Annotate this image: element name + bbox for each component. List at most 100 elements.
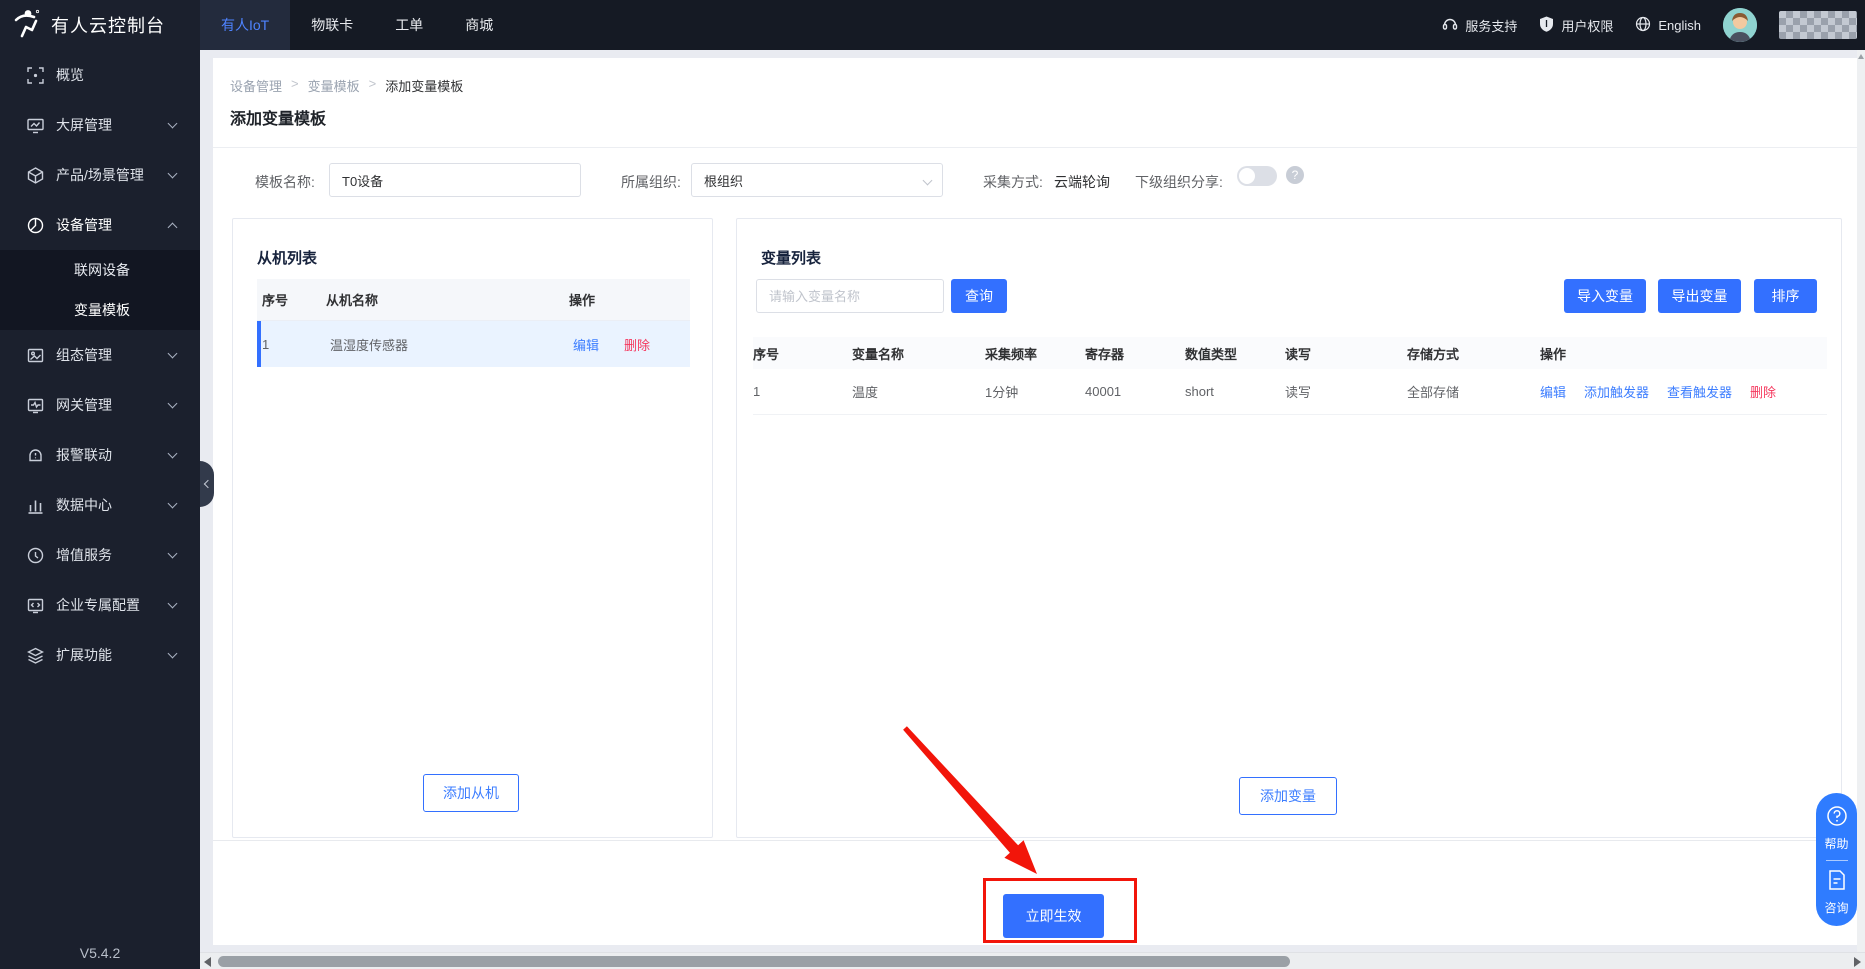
shield-icon xyxy=(1539,16,1554,35)
username-blurred xyxy=(1779,11,1857,39)
variable-panel-title: 变量列表 xyxy=(761,247,821,268)
vertical-scrollbar[interactable] xyxy=(1857,50,1865,952)
tab-usr-iot[interactable]: 有人IoT xyxy=(200,0,290,50)
variable-name: 温度 xyxy=(852,382,985,401)
export-variable-button[interactable]: 导出变量 xyxy=(1658,279,1741,313)
view-trigger-link[interactable]: 查看触发器 xyxy=(1667,382,1732,401)
chevron-down-icon xyxy=(168,549,178,559)
query-button[interactable]: 查询 xyxy=(951,279,1007,313)
breadcrumb-item[interactable]: 设备管理 xyxy=(230,76,282,95)
alarm-bell-icon xyxy=(27,447,44,464)
consult-button[interactable]: 咨询 xyxy=(1824,899,1848,916)
slave-edit-link[interactable]: 编辑 xyxy=(573,335,599,354)
sidebar-item-product-scene-management[interactable]: 产品/场景管理 xyxy=(0,150,200,200)
gateway-monitor-icon xyxy=(27,397,44,414)
chevron-down-icon xyxy=(168,449,178,459)
document-icon[interactable] xyxy=(1827,869,1847,896)
variable-delete-link[interactable]: 删除 xyxy=(1750,382,1776,401)
overview-icon xyxy=(27,67,44,84)
variable-search-input[interactable] xyxy=(756,279,944,313)
sidebar-item-device-management[interactable]: 设备管理 xyxy=(0,200,200,250)
globe-icon xyxy=(1635,16,1651,35)
org-label: 所属组织: xyxy=(621,172,681,192)
horizontal-scrollbar[interactable] xyxy=(200,952,1865,969)
tab-iot-card[interactable]: 物联卡 xyxy=(290,0,374,50)
sidebar-item-screen-management[interactable]: 大屏管理 xyxy=(0,100,200,150)
variable-list-panel: 变量列表 查询 导入变量 导出变量 排序 序号 变量名称 采集频率 寄存器 数值… xyxy=(736,218,1842,838)
variable-readwrite: 读写 xyxy=(1285,382,1407,401)
chevron-down-icon xyxy=(168,499,178,509)
app-version: V5.4.2 xyxy=(0,945,200,961)
collect-mode-label: 采集方式: xyxy=(983,172,1043,192)
variable-frequency: 1分钟 xyxy=(985,382,1085,401)
sidebar-item-extended-functions[interactable]: 扩展功能 xyxy=(0,630,200,680)
scroll-up-arrow[interactable] xyxy=(1858,54,1864,59)
clock-icon xyxy=(27,547,44,564)
bar-chart-icon xyxy=(27,497,44,514)
variable-datatype: short xyxy=(1185,384,1285,399)
picture-icon xyxy=(27,347,44,364)
sidebar-item-connected-devices[interactable]: 联网设备 xyxy=(0,250,200,290)
help-question-icon[interactable]: ? xyxy=(1286,166,1304,184)
variable-edit-link[interactable]: 编辑 xyxy=(1540,382,1566,401)
chevron-down-icon xyxy=(923,176,933,186)
breadcrumb-current: 添加变量模板 xyxy=(385,76,463,95)
logo: 有人云控制台 xyxy=(0,0,200,50)
sidebar-item-overview[interactable]: 概览 xyxy=(0,50,200,100)
avatar[interactable] xyxy=(1723,8,1757,42)
slave-name: 温湿度传感器 xyxy=(330,335,573,354)
sidebar-item-variable-template[interactable]: 变量模板 xyxy=(0,290,200,330)
apply-now-button[interactable]: 立即生效 xyxy=(1003,894,1104,938)
slave-list-panel: 从机列表 序号 从机名称 操作 1 温湿度传感器 编辑 删除 添加从机 xyxy=(232,218,713,838)
tab-mall[interactable]: 商城 xyxy=(444,0,514,50)
floating-help-widget: 帮助 咨询 xyxy=(1816,793,1857,926)
sidebar-item-value-added-services[interactable]: 增值服务 xyxy=(0,530,200,580)
tab-work-order[interactable]: 工单 xyxy=(374,0,444,50)
slave-panel-title: 从机列表 xyxy=(257,247,317,268)
scroll-left-arrow[interactable] xyxy=(204,957,211,967)
add-variable-button[interactable]: 添加变量 xyxy=(1239,777,1337,815)
add-trigger-link[interactable]: 添加触发器 xyxy=(1584,382,1649,401)
cube-icon xyxy=(27,167,44,184)
variable-table-row[interactable]: 1 温度 1分钟 40001 short 读写 全部存储 编辑 添加触发器 查看… xyxy=(753,369,1827,415)
sidebar-item-scada-management[interactable]: 组态管理 xyxy=(0,330,200,380)
service-support-link[interactable]: 服务支持 xyxy=(1442,16,1517,35)
sidebar-item-enterprise-config[interactable]: 企业专属配置 xyxy=(0,580,200,630)
divider xyxy=(213,147,1857,148)
variable-storage: 全部存储 xyxy=(1407,382,1540,401)
breadcrumb-separator: > xyxy=(291,76,299,95)
help-circle-icon[interactable] xyxy=(1826,805,1848,832)
divider xyxy=(1826,860,1848,861)
slave-delete-link[interactable]: 删除 xyxy=(624,335,650,354)
sidebar: 有人云控制台 概览 大屏管理 产品/场景管理 xyxy=(0,0,200,969)
share-toggle[interactable] xyxy=(1237,166,1277,186)
slave-table-header: 序号 从机名称 操作 xyxy=(257,279,690,321)
sidebar-collapse-handle[interactable] xyxy=(200,461,214,507)
breadcrumb-separator: > xyxy=(369,76,377,95)
slave-table-row[interactable]: 1 温湿度传感器 编辑 删除 xyxy=(257,321,690,367)
template-name-label: 模板名称: xyxy=(255,172,315,192)
big-screen-icon xyxy=(27,117,44,134)
org-select[interactable]: 根组织 xyxy=(691,163,943,197)
chevron-down-icon xyxy=(168,119,178,129)
topbar: 有人IoT 物联卡 工单 商城 服务支持 用户权限 xyxy=(200,0,1865,50)
help-button[interactable]: 帮助 xyxy=(1824,835,1848,852)
page-title: 添加变量模板 xyxy=(230,105,326,129)
sidebar-item-data-center[interactable]: 数据中心 xyxy=(0,480,200,530)
main-content: 设备管理 > 变量模板 > 添加变量模板 添加变量模板 模板名称: 所属组织: … xyxy=(213,58,1857,945)
user-permission-link[interactable]: 用户权限 xyxy=(1539,16,1613,35)
collect-mode-value: 云端轮询 xyxy=(1054,172,1110,192)
breadcrumb-item[interactable]: 变量模板 xyxy=(308,76,360,95)
import-variable-button[interactable]: 导入变量 xyxy=(1564,279,1646,313)
variable-register: 40001 xyxy=(1085,384,1185,399)
add-slave-button[interactable]: 添加从机 xyxy=(423,774,519,812)
template-name-input[interactable] xyxy=(329,163,581,197)
language-switch[interactable]: English xyxy=(1635,16,1701,35)
divider xyxy=(213,840,1857,841)
scrollbar-thumb[interactable] xyxy=(218,956,1290,967)
chevron-down-icon xyxy=(168,349,178,359)
scroll-right-arrow[interactable] xyxy=(1854,957,1861,967)
sort-button[interactable]: 排序 xyxy=(1754,279,1817,313)
sidebar-item-alarm-linkage[interactable]: 报警联动 xyxy=(0,430,200,480)
sidebar-item-gateway-management[interactable]: 网关管理 xyxy=(0,380,200,430)
